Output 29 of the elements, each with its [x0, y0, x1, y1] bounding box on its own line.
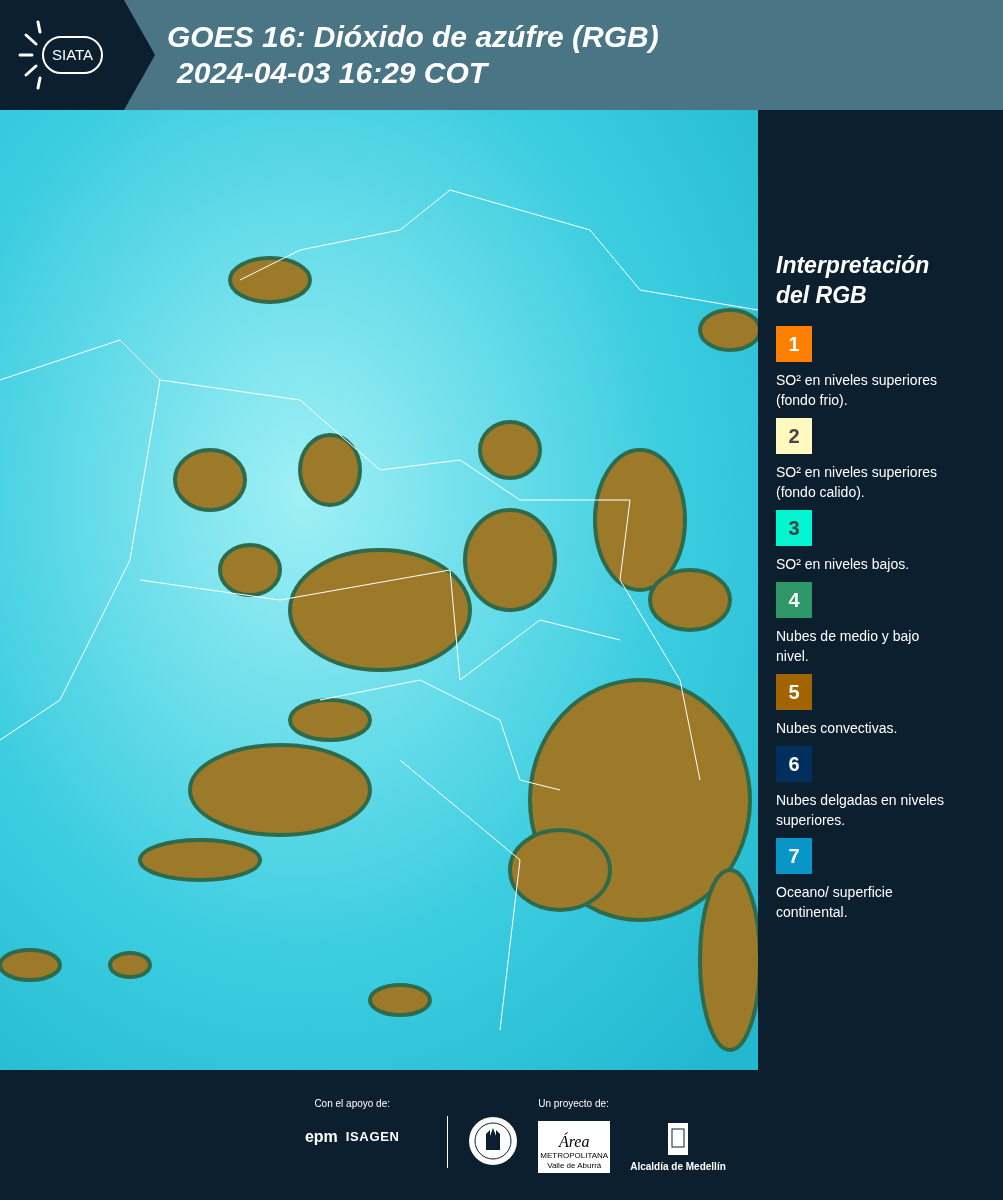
area-logo-subtitle: METROPOLITANA: [540, 1151, 609, 1161]
sun-icon: [18, 20, 42, 90]
legend-swatch: 3: [776, 510, 812, 546]
alcaldia-label: Alcaldía de Medellín: [630, 1160, 726, 1174]
area-logo-subtitle: Valle de Aburrá: [547, 1161, 602, 1171]
legend-swatch: 1: [776, 326, 812, 362]
legend-description: Oceano/ superficie continental.: [776, 883, 894, 922]
window-title: GOES 16: Dióxido de azúfre (RGB): [167, 19, 659, 55]
legend-title: Interpretación del RGB: [776, 251, 931, 310]
timestamp: 2024-04-03 16:29 COT: [175, 55, 490, 91]
sponsor-logo: ISAGEN: [345, 1128, 400, 1147]
legend-description: SO² en niveles bajos.: [776, 555, 911, 574]
sponsor-logo: epm: [304, 1127, 338, 1147]
legend-swatch: 7: [776, 838, 812, 874]
area-logo-name: Área: [558, 1133, 590, 1151]
legend-swatch: 4: [776, 582, 812, 618]
legend-swatch: 5: [776, 674, 812, 710]
project-label: Un proyecto de:: [538, 1097, 610, 1111]
support-label: Con el apoyo de:: [314, 1097, 390, 1111]
seal-icon: [468, 1116, 519, 1166]
legend-description: SO² en niveles superiores (fondo frio).: [776, 371, 939, 410]
legend-swatch: 2: [776, 418, 812, 454]
coat-of-arms-icon: [666, 1121, 690, 1157]
logo-text: SIATA: [42, 35, 104, 75]
legend-description: Nubes convectivas.: [776, 719, 899, 738]
legend-description: Nubes delgadas en niveles superiores.: [776, 791, 946, 830]
legend-swatch: 6: [776, 746, 812, 782]
legend-description: Nubes de medio y bajo nivel.: [776, 627, 921, 666]
legend-description: SO² en niveles superiores (fondo calido).: [776, 463, 939, 502]
